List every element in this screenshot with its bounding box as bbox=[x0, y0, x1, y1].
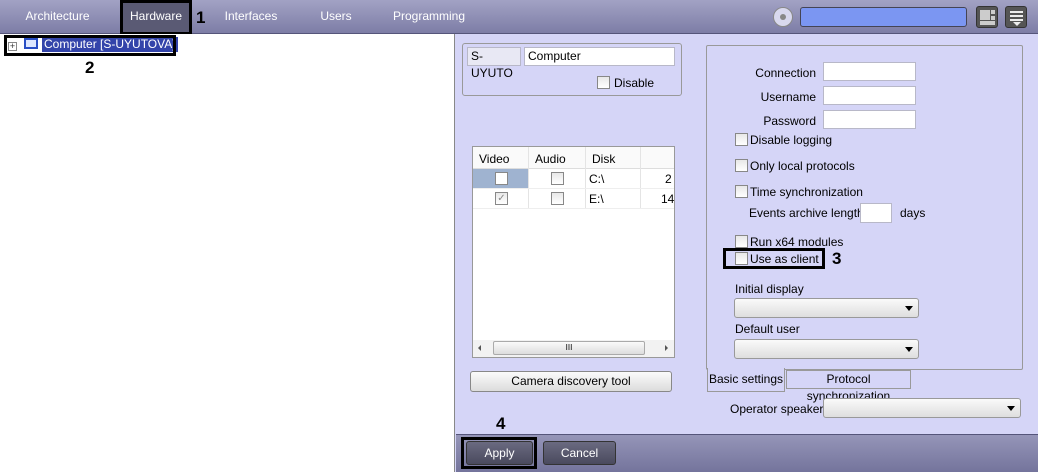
annotation-box-tree-item bbox=[4, 35, 176, 56]
chevron-down-icon bbox=[905, 347, 913, 352]
password-input[interactable] bbox=[823, 110, 916, 129]
object-header-group: S-UYUTO Computer Disable bbox=[462, 43, 682, 96]
chevron-down-icon bbox=[1007, 406, 1015, 411]
operator-speaker-label: Operator speaker: bbox=[730, 402, 827, 416]
password-label: Password bbox=[763, 114, 816, 128]
table-row[interactable]: C:\ 2 bbox=[473, 169, 674, 189]
scroll-left-icon[interactable] bbox=[478, 345, 481, 351]
annotation-box-hardware bbox=[120, 0, 192, 35]
tab-users[interactable]: Users bbox=[305, 0, 367, 33]
time-sync-label: Time synchronization bbox=[750, 185, 863, 199]
annotation-number-2: 2 bbox=[85, 58, 95, 77]
time-sync-checkbox[interactable] bbox=[735, 185, 748, 198]
run-x64-checkbox[interactable] bbox=[735, 235, 748, 248]
scroll-right-icon[interactable] bbox=[665, 345, 668, 351]
connection-label: Connection bbox=[755, 66, 816, 80]
disk-extra: 2 bbox=[665, 172, 672, 186]
horizontal-scrollbar[interactable]: III bbox=[473, 340, 674, 357]
tab-interfaces[interactable]: Interfaces bbox=[212, 0, 290, 33]
connection-input[interactable] bbox=[823, 62, 916, 81]
cancel-button[interactable]: Cancel bbox=[543, 441, 616, 465]
default-user-label: Default user bbox=[735, 322, 800, 336]
column-video[interactable]: Video bbox=[479, 152, 509, 166]
basic-settings-panel: Connection Username Password Disable log… bbox=[706, 45, 1023, 370]
disable-checkbox[interactable] bbox=[597, 76, 610, 89]
annotation-number-4: 4 bbox=[496, 414, 506, 433]
only-local-protocols-checkbox[interactable] bbox=[735, 159, 748, 172]
operator-speaker-select[interactable] bbox=[823, 398, 1021, 418]
disk-name: C:\ bbox=[589, 172, 605, 186]
column-audio[interactable]: Audio bbox=[535, 152, 566, 166]
run-x64-label: Run x64 modules bbox=[750, 235, 844, 249]
events-archive-label: Events archive length bbox=[749, 206, 864, 220]
scroll-thumb[interactable]: III bbox=[493, 341, 645, 355]
annotation-box-use-as-client bbox=[723, 248, 825, 269]
menu-list-icon[interactable] bbox=[1005, 6, 1027, 28]
annotation-box-apply bbox=[461, 437, 537, 469]
events-archive-input[interactable] bbox=[860, 203, 892, 223]
table-row[interactable]: ✓ E:\ 14 bbox=[473, 189, 674, 209]
tab-basic-settings[interactable]: Basic settings bbox=[707, 368, 785, 392]
days-label: days bbox=[900, 206, 926, 220]
audio-checkbox[interactable] bbox=[551, 192, 564, 205]
column-disk[interactable]: Disk bbox=[592, 152, 615, 166]
tab-protocol-synchronization[interactable]: Protocol synchronization bbox=[786, 370, 911, 403]
initial-display-label: Initial display bbox=[735, 282, 804, 296]
disable-label: Disable bbox=[614, 76, 655, 90]
layout-grid-icon[interactable] bbox=[976, 6, 998, 28]
username-input[interactable] bbox=[823, 86, 916, 105]
hardware-tree: + Computer [S-UYUTOVA] bbox=[0, 34, 455, 472]
disable-logging-label: Disable logging bbox=[750, 133, 833, 147]
video-checkbox[interactable] bbox=[495, 172, 508, 185]
initial-display-select[interactable] bbox=[734, 298, 919, 318]
default-user-select[interactable] bbox=[734, 339, 919, 359]
disk-table: Video Audio Disk C:\ 2 ✓ E:\ 14 III bbox=[472, 146, 675, 358]
tab-programming[interactable]: Programming bbox=[385, 0, 473, 33]
username-label: Username bbox=[760, 90, 816, 104]
only-local-protocols-label: Only local protocols bbox=[750, 159, 855, 173]
audio-checkbox[interactable] bbox=[551, 172, 564, 185]
search-input[interactable] bbox=[800, 7, 967, 27]
tab-architecture[interactable]: Architecture bbox=[0, 0, 115, 33]
settings-hex-icon[interactable] bbox=[773, 7, 793, 27]
disk-name: E:\ bbox=[589, 192, 604, 206]
disk-extra: 14 bbox=[661, 192, 675, 206]
object-id-field: S-UYUTO bbox=[467, 47, 521, 80]
object-name-input[interactable]: Computer bbox=[524, 47, 675, 66]
annotation-number-1: 1 bbox=[196, 8, 206, 27]
table-header: Video Audio Disk bbox=[473, 147, 674, 209]
annotation-number-3: 3 bbox=[832, 249, 842, 268]
camera-discovery-tool-button[interactable]: Camera discovery tool bbox=[470, 371, 672, 392]
disable-logging-checkbox[interactable] bbox=[735, 133, 748, 146]
video-checkbox-checked[interactable]: ✓ bbox=[495, 192, 508, 205]
chevron-down-icon bbox=[905, 306, 913, 311]
